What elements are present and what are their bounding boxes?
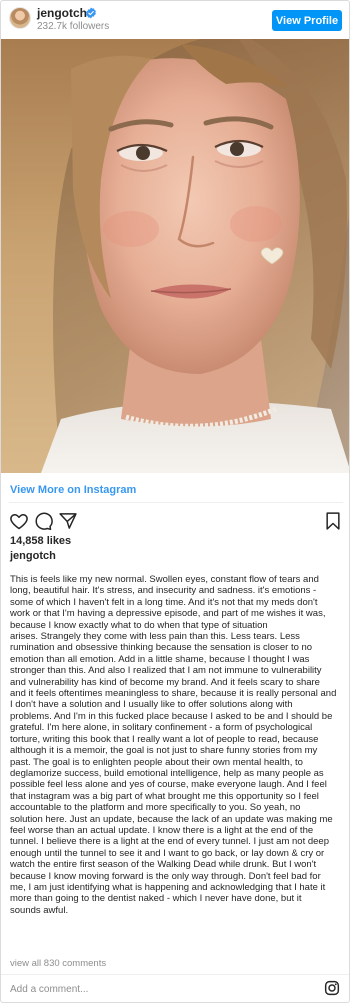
selfie-image xyxy=(1,39,349,473)
caption-line: watch the entire first season of the Wal… xyxy=(10,859,317,871)
caption-line: more than going to the dentist naked - w… xyxy=(10,893,302,905)
caption-line: work or that I'm having a depressive epi… xyxy=(10,608,326,620)
caption-line: and vulnerability has kind of become my … xyxy=(10,676,320,688)
caption-line: possible feel less alone and yes of cour… xyxy=(10,779,327,791)
caption-line: because I know moving forward is the onl… xyxy=(10,870,321,882)
username-link[interactable]: jengotch xyxy=(37,7,87,20)
caption-line: past. The goal is to enlighten people ab… xyxy=(10,756,303,768)
caption-line: torture, writing this book that I really… xyxy=(10,733,319,745)
instagram-icon[interactable] xyxy=(324,980,340,996)
verified-badge-icon xyxy=(86,7,96,19)
share-icon[interactable] xyxy=(58,511,78,531)
caption-line: problems. And I'm in this fucked place b… xyxy=(10,710,333,722)
caption-line: This is feels like my new normal. Swolle… xyxy=(10,574,319,585)
caption-line: feel worse than an actual update. I know… xyxy=(10,824,314,836)
add-comment-link[interactable]: Add a comment... xyxy=(10,984,88,995)
follower-count: 232.7k followers xyxy=(37,21,110,32)
caption-line: arises. Strangely they come with less pa… xyxy=(10,631,300,643)
caption-line: that instagram was a big part of what br… xyxy=(10,790,319,802)
caption-line: me, I am just identifying what is happen… xyxy=(10,881,326,893)
caption-line: stronger than this. And also I realized … xyxy=(10,665,322,677)
view-all-comments-link[interactable]: view all 830 comments xyxy=(10,958,106,969)
divider xyxy=(9,502,343,503)
post-photo[interactable] xyxy=(1,39,349,473)
caption-line: some of which I haven't felt in a long t… xyxy=(10,596,318,608)
caption-line: tunnel. I believe there is a light at th… xyxy=(10,836,329,848)
post-header: jengotch 232.7k followers View Profile xyxy=(1,1,349,39)
caption-username[interactable]: jengotch xyxy=(10,550,56,562)
caption-line: long, beautiful hair. It's stress, and i… xyxy=(10,585,317,597)
like-count[interactable]: 14,858 likes xyxy=(10,535,71,547)
caption-line: rumination and obsessive thinking becaus… xyxy=(10,642,313,654)
instagram-embed-card: jengotch 232.7k followers View Profile V… xyxy=(0,0,350,1003)
caption-line: accountable to the platform and more spe… xyxy=(10,802,301,814)
avatar[interactable] xyxy=(9,7,31,29)
caption-line: sounds awful. xyxy=(10,904,69,916)
caption-line: because I know exactly what to do when t… xyxy=(10,619,268,631)
view-profile-button[interactable]: View Profile xyxy=(272,10,342,31)
caption-line: emotion than all emotion. Add in a littl… xyxy=(10,653,310,665)
heart-icon[interactable] xyxy=(9,511,29,531)
caption-line: and it feels oftentimes meaningless to s… xyxy=(10,688,337,700)
view-more-link[interactable]: View More on Instagram xyxy=(10,484,136,496)
caption-text: This is feels like my new normal. Swolle… xyxy=(10,574,345,916)
caption-line: solution here. Just an update, because t… xyxy=(10,813,333,825)
caption-line: deglamorize success, build emotional int… xyxy=(10,767,324,779)
caption-line: enough until the tunnel to see it and I … xyxy=(10,847,325,859)
comment-icon[interactable] xyxy=(33,511,53,531)
bookmark-icon[interactable] xyxy=(323,511,343,531)
caption-line: grateful. I'm here alone, in solitary co… xyxy=(10,722,313,734)
caption-line: although it is a memoir, the goal is not… xyxy=(10,745,318,757)
caption-line: I don't have a solution and I usually li… xyxy=(10,699,293,711)
divider xyxy=(1,974,349,975)
